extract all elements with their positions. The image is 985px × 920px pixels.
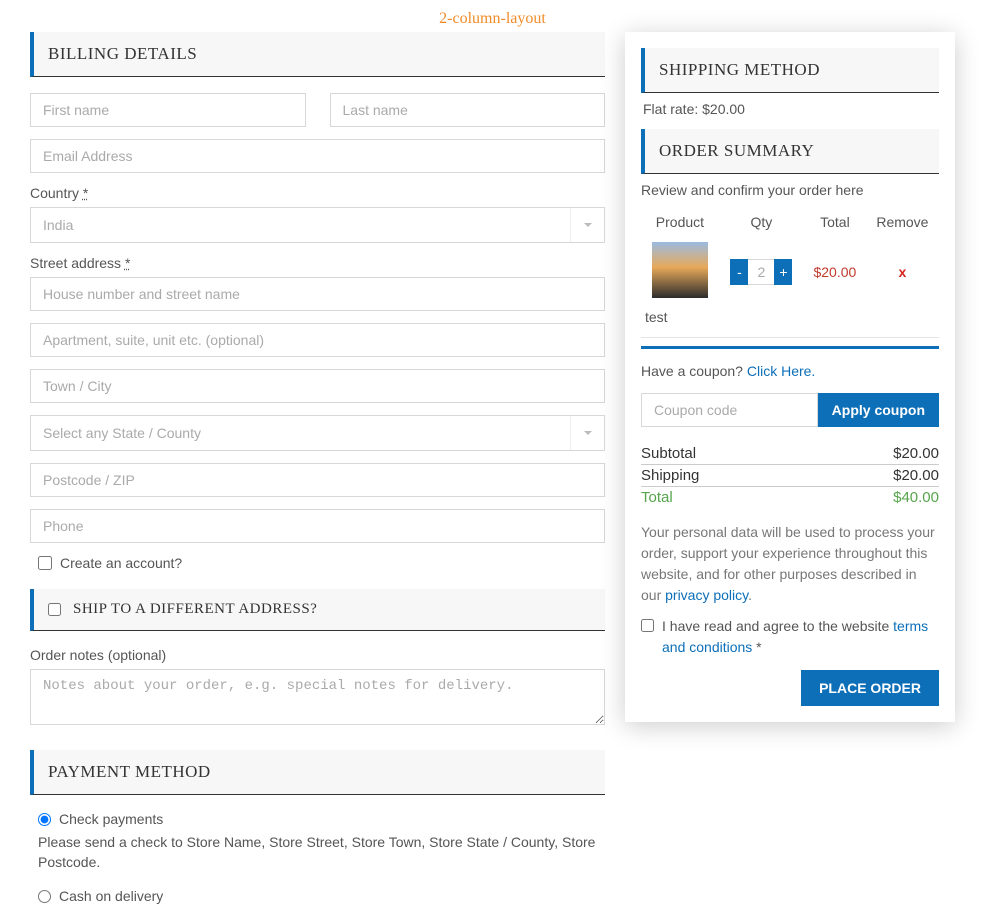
- email-input[interactable]: [30, 139, 605, 173]
- item-total: $20.00: [804, 236, 866, 307]
- street1-input[interactable]: [30, 277, 605, 311]
- review-text: Review and confirm your order here: [641, 182, 939, 198]
- street2-input[interactable]: [30, 323, 605, 357]
- shipping-method-heading: SHIPPING METHOD: [641, 48, 939, 93]
- quantity-stepper: - 2 +: [730, 259, 792, 285]
- payment-cod-radio[interactable]: [38, 890, 51, 903]
- privacy-policy-link[interactable]: privacy policy: [665, 587, 748, 603]
- flat-rate-text: Flat rate: $20.00: [641, 101, 939, 117]
- chevron-down-icon: [570, 416, 604, 450]
- payment-check-desc: Please send a check to Store Name, Store…: [38, 833, 605, 872]
- ship-different-heading: SHIP TO A DIFFERENT ADDRESS?: [30, 589, 605, 631]
- order-summary-heading: ORDER SUMMARY: [641, 129, 939, 174]
- ship-different-checkbox[interactable]: [48, 603, 61, 616]
- shipping-value: $20.00: [808, 465, 939, 487]
- qty-minus-button[interactable]: -: [730, 259, 748, 285]
- qty-plus-button[interactable]: +: [774, 259, 792, 285]
- terms-label: I have read and agree to the website ter…: [662, 616, 939, 658]
- create-account-checkbox[interactable]: [38, 556, 52, 570]
- last-name-input[interactable]: [330, 93, 606, 127]
- product-thumbnail: [652, 242, 708, 298]
- totals-table: Subtotal $20.00 Shipping $20.00 Total $4…: [641, 443, 939, 508]
- street-label: Street address *: [30, 255, 605, 271]
- first-name-input[interactable]: [30, 93, 306, 127]
- chevron-down-icon: [570, 208, 604, 242]
- city-input[interactable]: [30, 369, 605, 403]
- shipping-label: Shipping: [641, 465, 808, 487]
- order-items-table: Product Qty Total Remove - 2 +: [641, 208, 939, 307]
- remove-item-button[interactable]: x: [899, 264, 907, 280]
- payment-check-option[interactable]: Check payments: [38, 811, 605, 827]
- right-column: SHIPPING METHOD Flat rate: $20.00 ORDER …: [625, 32, 955, 722]
- create-account-label: Create an account?: [60, 555, 182, 571]
- terms-checkbox[interactable]: [641, 619, 654, 632]
- col-product: Product: [641, 208, 719, 236]
- total-value: $40.00: [808, 487, 939, 509]
- col-qty: Qty: [719, 208, 804, 236]
- country-select[interactable]: India: [30, 207, 605, 243]
- state-select[interactable]: Select any State / County: [30, 415, 605, 451]
- country-label: Country *: [30, 185, 605, 201]
- layout-label: 2-column-layout: [30, 10, 955, 28]
- subtotal-value: $20.00: [808, 443, 939, 465]
- checkout-container: BILLING DETAILS Country * India Street a…: [30, 32, 955, 910]
- coupon-toggle-link[interactable]: Click Here.: [747, 363, 815, 379]
- postcode-input[interactable]: [30, 463, 605, 497]
- col-total: Total: [804, 208, 866, 236]
- total-label: Total: [641, 487, 808, 509]
- item-name: test: [641, 307, 939, 338]
- billing-heading: BILLING DETAILS: [30, 32, 605, 77]
- apply-coupon-button[interactable]: Apply coupon: [818, 393, 939, 427]
- coupon-prompt: Have a coupon? Click Here.: [641, 346, 939, 379]
- payment-cod-option[interactable]: Cash on delivery: [38, 888, 605, 904]
- place-order-button[interactable]: PLACE ORDER: [801, 670, 939, 706]
- order-notes-label: Order notes (optional): [30, 647, 605, 663]
- subtotal-label: Subtotal: [641, 443, 808, 465]
- order-notes-textarea[interactable]: [30, 669, 605, 725]
- privacy-note: Your personal data will be used to proce…: [641, 522, 939, 606]
- coupon-input[interactable]: [641, 393, 818, 427]
- left-column: BILLING DETAILS Country * India Street a…: [30, 32, 605, 910]
- qty-value[interactable]: 2: [748, 259, 774, 285]
- phone-input[interactable]: [30, 509, 605, 543]
- payment-check-radio[interactable]: [38, 813, 51, 826]
- order-item-row: - 2 + $20.00 x: [641, 236, 939, 307]
- col-remove: Remove: [866, 208, 939, 236]
- payment-heading: PAYMENT METHOD: [30, 750, 605, 795]
